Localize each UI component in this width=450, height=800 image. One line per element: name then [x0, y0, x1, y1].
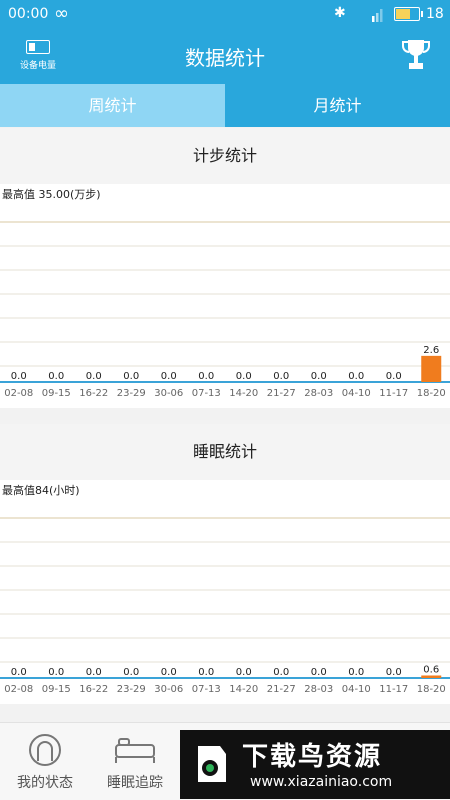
nav-my-status[interactable]: 我的状态 — [0, 723, 90, 800]
watermark-url: www.xiazainiao.com — [250, 774, 393, 790]
x-tick-label: 02-08 — [4, 684, 33, 695]
x-tick-label: 14-20 — [229, 684, 258, 695]
stat-tabs: 周统计 月统计 — [0, 84, 450, 127]
x-tick-label: 09-15 — [42, 684, 71, 695]
bar-value-label: 0.0 — [48, 371, 64, 382]
status-time: 00:00 — [8, 6, 49, 22]
status-bar: 00:00 ∞ ✱ 18 — [0, 0, 450, 28]
bar-value-label: 0.0 — [348, 667, 364, 678]
x-tick-label: 14-20 — [229, 388, 258, 399]
bar-value-label: 0.6 — [423, 664, 439, 675]
x-tick-label: 30-06 — [154, 388, 183, 399]
sleep-chart-card: 睡眠统计 最高值84(小时) 0.0 02-08 0.0 09-15 0.0 16-22 0… — [0, 424, 450, 704]
x-tick-label: 11-17 — [379, 388, 408, 399]
app-header: 设备电量 数据统计 — [0, 28, 450, 84]
bar-value-label: 0.0 — [386, 371, 402, 382]
bar-value-label: 0.0 — [123, 667, 139, 678]
person-icon — [29, 734, 61, 766]
step-chart: 0.0 02-08 0.0 09-15 0.0 16-22 0.0 23-29 0.0 30-06… — [0, 221, 450, 399]
bar-value-label: 0.0 — [273, 667, 289, 678]
bar-value-label: 0.0 — [123, 371, 139, 382]
x-tick-label: 16-22 — [79, 388, 108, 399]
battery-percent: 18 — [426, 6, 444, 22]
nav-my-status-label: 我的状态 — [17, 775, 73, 791]
x-tick-label: 23-29 — [117, 388, 146, 399]
x-tick-label: 21-27 — [267, 388, 296, 399]
bar-value-label: 0.0 — [198, 371, 214, 382]
bar-value-label: 0.0 — [198, 667, 214, 678]
bar-value-label: 0.0 — [236, 667, 252, 678]
bird-logo-icon — [198, 746, 226, 782]
x-tick-label: 18-20 — [417, 388, 446, 399]
bar — [421, 675, 442, 678]
x-tick-label: 02-08 — [4, 388, 33, 399]
x-tick-label: 07-13 — [192, 684, 221, 695]
bar-value-label: 0.0 — [273, 371, 289, 382]
x-tick-label: 11-17 — [379, 684, 408, 695]
x-tick-label: 21-27 — [267, 684, 296, 695]
bar — [421, 355, 442, 382]
sleep-max-label: 最高值84(小时) — [2, 484, 80, 497]
step-chart-title: 计步统计 — [0, 128, 450, 184]
bar-value-label: 0.0 — [86, 667, 102, 678]
sleep-chart-title: 睡眠统计 — [0, 424, 450, 480]
nav-sleep-tracking[interactable]: 睡眠追踪 — [90, 723, 180, 800]
bar-value-label: 2.6 — [423, 345, 439, 356]
bar-value-label: 0.0 — [11, 667, 27, 678]
x-tick-label: 18-20 — [417, 684, 446, 695]
bar-value-label: 0.0 — [386, 667, 402, 678]
bar-value-label: 0.0 — [311, 667, 327, 678]
bed-icon — [115, 738, 155, 763]
bluetooth-icon: ✱ — [334, 5, 346, 21]
bar-value-label: 0.0 — [311, 371, 327, 382]
infinity-icon: ∞ — [54, 3, 69, 24]
x-tick-label: 30-06 — [154, 684, 183, 695]
watermark-brand: 下载鸟资源 — [242, 742, 383, 772]
page-title: 数据统计 — [185, 46, 265, 70]
tab-month[interactable]: 月统计 — [225, 84, 450, 127]
step-max-label: 最高值 35.00(万步) — [2, 188, 101, 201]
x-tick-label: 09-15 — [42, 388, 71, 399]
x-tick-label: 16-22 — [79, 684, 108, 695]
bar-value-label: 0.0 — [86, 371, 102, 382]
x-tick-label: 04-10 — [342, 684, 371, 695]
tab-week[interactable]: 周统计 — [0, 84, 225, 127]
bar-value-label: 0.0 — [236, 371, 252, 382]
bar-value-label: 0.0 — [11, 371, 27, 382]
nav-sleep-tracking-label: 睡眠追踪 — [107, 775, 163, 791]
x-tick-label: 28-03 — [304, 684, 333, 695]
sleep-chart: 0.0 02-08 0.0 09-15 0.0 16-22 0.0 23-29 0.0 30-06… — [0, 517, 450, 695]
signal-icon — [372, 9, 383, 22]
bar-value-label: 0.0 — [48, 667, 64, 678]
x-tick-label: 04-10 — [342, 388, 371, 399]
watermark-banner: 下载鸟资源 www.xiazainiao.com — [180, 730, 450, 799]
battery-icon — [394, 7, 423, 21]
x-tick-label: 28-03 — [304, 388, 333, 399]
step-chart-card: 计步统计 最高值 35.00(万步) 0.0 02-08 0.0 09-15 0.0 16… — [0, 128, 450, 408]
x-tick-label: 07-13 — [192, 388, 221, 399]
x-tick-label: 23-29 — [117, 684, 146, 695]
bar-value-label: 0.0 — [348, 371, 364, 382]
bar-value-label: 0.0 — [161, 667, 177, 678]
trophy-icon[interactable] — [402, 38, 430, 72]
bar-value-label: 0.0 — [161, 371, 177, 382]
